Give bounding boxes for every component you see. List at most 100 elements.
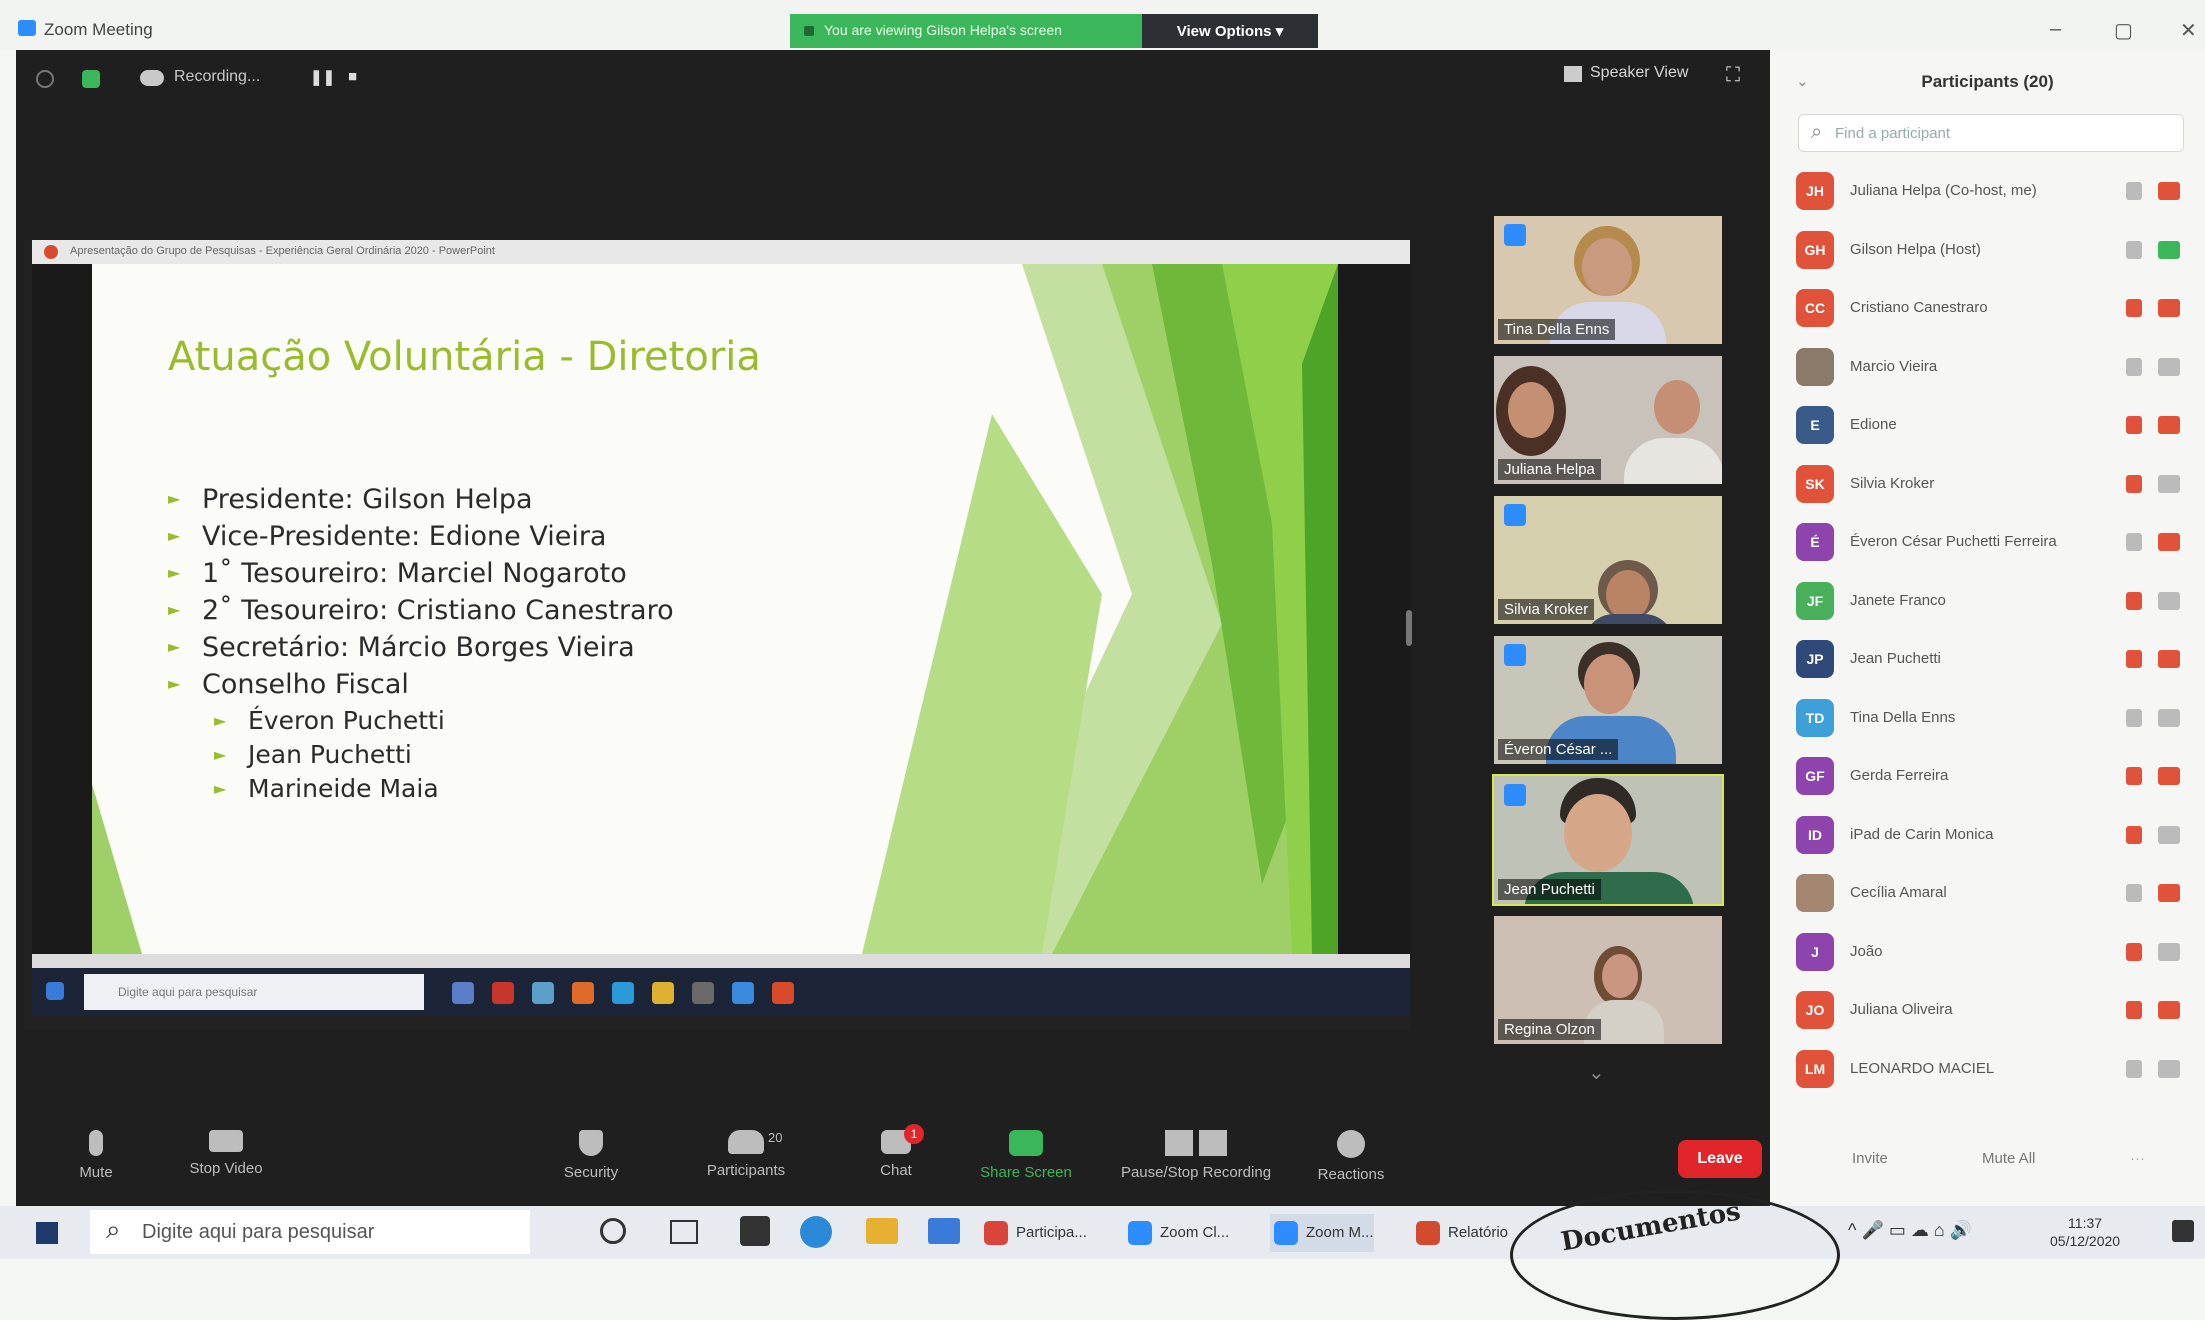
participant-video-icon[interactable] — [2158, 591, 2180, 610]
participant-video-icon[interactable] — [2158, 474, 2180, 493]
participant-row[interactable]: TD Tina Della Enns — [1796, 695, 2196, 745]
participant-mic-icon[interactable] — [2126, 884, 2142, 902]
speaker-view-button[interactable]: Speaker View — [1590, 64, 1688, 82]
participant-row[interactable]: Marcio Vieira — [1796, 344, 2196, 394]
participant-mic-icon[interactable] — [2126, 299, 2142, 317]
participant-face — [1564, 794, 1632, 872]
pause-recording-icon[interactable]: ❚❚ — [310, 68, 335, 86]
participant-video-icon[interactable] — [2158, 942, 2180, 961]
edge-icon[interactable] — [800, 1216, 832, 1248]
participant-video-icon[interactable] — [2158, 182, 2180, 200]
participant-video-icon[interactable] — [2158, 240, 2180, 259]
system-taskbar: Digite aqui para pesquisar Participa... … — [0, 1206, 2205, 1259]
chevron-down-icon[interactable]: ⌄ — [1588, 1060, 1605, 1085]
close-icon[interactable]: ✕ — [2180, 18, 2197, 43]
participant-avatar: CC — [1796, 289, 1834, 327]
system-tray-icons[interactable]: ^ 🎤 ▭ ☁ ⌂ 🔊 — [1848, 1220, 1972, 1241]
participant-mic-icon[interactable] — [2126, 1059, 2142, 1078]
participant-face — [1602, 954, 1638, 998]
taskbar-app-zoom-meeting[interactable]: Zoom M... — [1270, 1214, 1374, 1252]
participant-video-icon[interactable] — [2158, 1059, 2180, 1078]
participant-video-icon[interactable] — [2158, 767, 2180, 785]
pause-recording-button[interactable]: Pause/Stop Recording — [1106, 1130, 1286, 1181]
participant-mic-icon[interactable] — [2126, 591, 2142, 610]
participant-video-icon[interactable] — [2158, 708, 2180, 727]
notifications-icon[interactable] — [2172, 1220, 2194, 1242]
taskbar-app-powerpoint[interactable]: Relatório — [1412, 1214, 1508, 1252]
stop-recording-icon[interactable]: ■ — [348, 68, 357, 85]
task-view-icon[interactable] — [670, 1220, 698, 1244]
participant-mic-icon[interactable] — [2126, 708, 2142, 727]
participant-avatar: LM — [1796, 1049, 1834, 1088]
leave-button[interactable]: Leave — [1678, 1140, 1762, 1178]
more-options-icon[interactable]: ··· — [2130, 1150, 2145, 1167]
video-tile[interactable]: Éveron César ... — [1492, 634, 1724, 766]
fullscreen-icon[interactable]: ⛶ — [1726, 64, 1740, 87]
resize-handle[interactable] — [1406, 610, 1412, 646]
mute-all-button[interactable]: Mute All — [1982, 1150, 2035, 1167]
cortana-icon[interactable] — [600, 1218, 626, 1244]
participant-mic-icon[interactable] — [2126, 650, 2142, 668]
participant-row[interactable]: CC Cristiano Canestraro — [1796, 285, 2196, 335]
participant-video-icon[interactable] — [2158, 299, 2180, 317]
video-tile[interactable]: Regina Olzon — [1492, 914, 1724, 1046]
participant-row[interactable]: Cecília Amaral — [1796, 870, 2196, 920]
taskbar-app-chrome[interactable]: Participa... — [980, 1214, 1087, 1252]
participant-row[interactable]: LM LEONARDO MACIEL — [1796, 1046, 2196, 1096]
participant-mic-icon[interactable] — [2126, 416, 2142, 434]
reactions-button[interactable]: Reactions — [1306, 1130, 1396, 1183]
participant-mic-icon[interactable] — [2126, 533, 2142, 551]
file-explorer-icon[interactable] — [866, 1218, 898, 1244]
view-options-button[interactable]: View Options ▾ — [1142, 14, 1318, 48]
participant-video-icon[interactable] — [2158, 884, 2180, 902]
participant-mic-icon[interactable] — [2126, 767, 2142, 785]
share-screen-button[interactable]: Share Screen — [966, 1130, 1086, 1181]
video-tile-active-speaker[interactable]: Jean Puchetti — [1492, 774, 1724, 906]
participant-video-icon[interactable] — [2158, 416, 2180, 434]
mail-icon[interactable] — [928, 1218, 960, 1244]
participant-mic-icon[interactable] — [2126, 240, 2142, 259]
video-tile[interactable]: Juliana Helpa — [1492, 354, 1724, 486]
stop-video-button[interactable]: Stop Video — [166, 1130, 286, 1177]
participant-row[interactable]: SK Silvia Kroker — [1796, 461, 2196, 511]
meeting-area: Recording... ❚❚ ■ Speaker View ⛶ Apresen… — [16, 50, 1770, 1206]
chat-button[interactable]: Chat 1 — [856, 1124, 936, 1179]
video-tile[interactable]: Silvia Kroker — [1492, 494, 1724, 626]
participant-video-icon[interactable] — [2158, 825, 2180, 844]
minimize-icon[interactable]: – — [2050, 18, 2061, 41]
participant-mic-icon[interactable] — [2126, 357, 2142, 376]
participant-search-input[interactable]: Find a participant — [1798, 114, 2184, 152]
info-icon[interactable] — [36, 70, 54, 88]
participant-mic-icon[interactable] — [2126, 182, 2142, 200]
participant-row[interactable]: J João — [1796, 929, 2196, 979]
participant-row[interactable]: GH Gilson Helpa (Host) — [1796, 227, 2196, 277]
participant-row[interactable]: JO Juliana Oliveira — [1796, 987, 2196, 1037]
participant-video-icon[interactable] — [2158, 533, 2180, 551]
participants-button[interactable]: Participants 20 — [686, 1130, 806, 1179]
windows-start-icon[interactable] — [36, 1222, 58, 1244]
participant-row[interactable]: JP Jean Puchetti — [1796, 636, 2196, 686]
taskbar-search-input[interactable]: Digite aqui para pesquisar — [90, 1210, 530, 1254]
participant-mic-icon[interactable] — [2126, 825, 2142, 844]
participant-mic-icon[interactable] — [2126, 942, 2142, 961]
invite-button[interactable]: Invite — [1852, 1150, 1888, 1167]
share-screen-label: Share Screen — [980, 1164, 1072, 1181]
participant-row[interactable]: É Éveron César Puchetti Ferreira — [1796, 519, 2196, 569]
taskbar-app-zoom-cloud[interactable]: Zoom Cl... — [1124, 1214, 1229, 1252]
participant-row[interactable]: JF Janete Franco — [1796, 578, 2196, 628]
participant-row[interactable]: GF Gerda Ferreira — [1796, 753, 2196, 803]
maximize-icon[interactable]: ▢ — [2114, 18, 2133, 43]
participant-row[interactable]: JH Juliana Helpa (Co-host, me) — [1796, 168, 2196, 218]
participant-row[interactable]: E Edione — [1796, 402, 2196, 452]
participant-mic-icon[interactable] — [2126, 474, 2142, 493]
encryption-shield-icon[interactable] — [82, 70, 100, 88]
video-tile[interactable]: Tina Della Enns — [1492, 214, 1724, 346]
participant-row[interactable]: ID iPad de Carin Monica — [1796, 812, 2196, 862]
participant-video-icon[interactable] — [2158, 1001, 2180, 1019]
participant-mic-icon[interactable] — [2126, 1001, 2142, 1019]
participant-video-icon[interactable] — [2158, 650, 2180, 668]
security-button[interactable]: Security — [546, 1130, 636, 1181]
mute-button[interactable]: Mute — [56, 1130, 136, 1181]
store-icon[interactable] — [740, 1216, 770, 1246]
participant-video-icon[interactable] — [2158, 357, 2180, 376]
